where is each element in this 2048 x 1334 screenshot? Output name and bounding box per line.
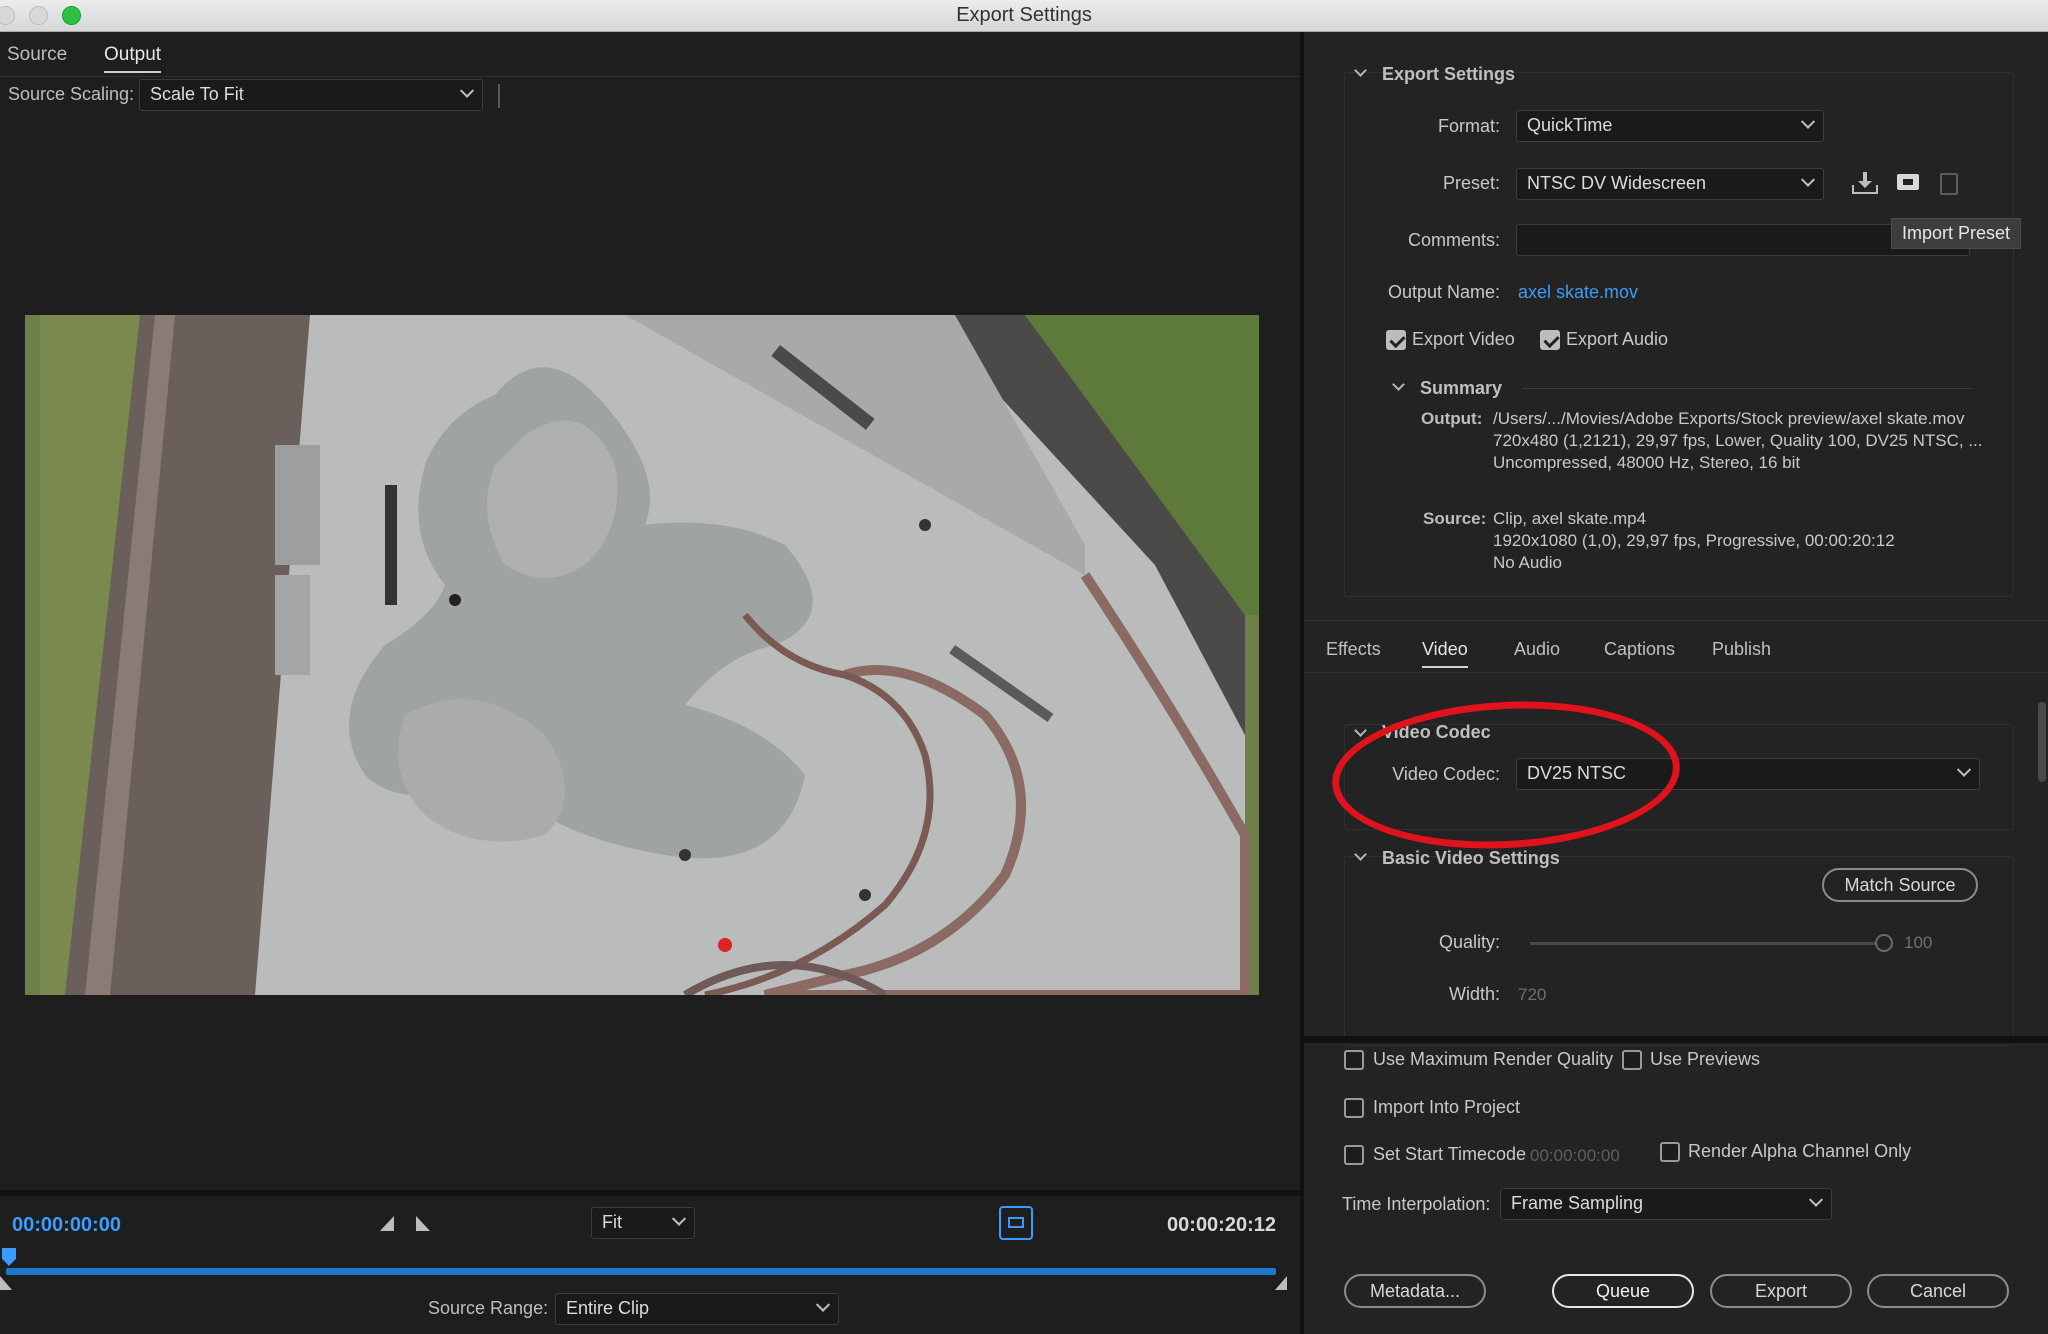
- tab-video[interactable]: Video: [1422, 639, 1468, 668]
- divider: [498, 84, 500, 108]
- width-value: 720: [1518, 985, 1547, 1004]
- tab-publish[interactable]: Publish: [1712, 639, 1771, 660]
- metadata-button[interactable]: Metadata...: [1344, 1274, 1486, 1308]
- source-summary-label: Source:: [1423, 509, 1487, 528]
- set-start-timecode-checkbox[interactable]: [1344, 1145, 1364, 1165]
- output-name-link[interactable]: axel skate.mov: [1518, 282, 1638, 303]
- set-out-point-icon[interactable]: [416, 1216, 430, 1231]
- skatepark-frame-image: [25, 315, 1259, 995]
- tab-output[interactable]: Output: [104, 44, 162, 73]
- source-range-dropdown[interactable]: Entire Clip: [555, 1293, 839, 1325]
- source-scaling-dropdown[interactable]: Scale To Fit: [139, 79, 483, 111]
- scrollbar[interactable]: [2038, 672, 2046, 1092]
- start-timecode-value[interactable]: 00:00:00:00: [1530, 1146, 1620, 1166]
- format-label: Format:: [1437, 116, 1500, 136]
- basic-video-settings-title: Basic Video Settings: [1382, 848, 1560, 868]
- chevron-down-icon: [1808, 1192, 1824, 1207]
- quality-slider-thumb[interactable]: [1875, 934, 1893, 952]
- chevron-down-icon: [1800, 172, 1816, 187]
- export-video-checkbox[interactable]: [1386, 330, 1406, 350]
- render-alpha-label: Render Alpha Channel Only: [1688, 1141, 1912, 1161]
- tab-audio[interactable]: Audio: [1514, 639, 1560, 660]
- summary-title: Summary: [1420, 378, 1503, 398]
- window-title: Export Settings: [956, 4, 1092, 26]
- quality-value: 100: [1904, 933, 1933, 952]
- zoom-dropdown[interactable]: Fit: [591, 1207, 695, 1239]
- zoom-value: Fit: [602, 1212, 622, 1232]
- chevron-down-icon: [815, 1297, 831, 1312]
- export-audio-checkbox[interactable]: [1540, 330, 1560, 350]
- aspect-ratio-correction-icon[interactable]: [999, 1206, 1033, 1240]
- chevron-down-icon: [1956, 762, 1972, 777]
- export-settings-title: Export Settings: [1382, 64, 1516, 84]
- out-point-handle[interactable]: [1275, 1276, 1287, 1290]
- export-video-label: Export Video: [1412, 329, 1515, 349]
- match-source-button[interactable]: Match Source: [1822, 868, 1978, 902]
- chevron-down-icon: [671, 1211, 687, 1226]
- max-render-quality-label: Use Maximum Render Quality: [1373, 1049, 1614, 1069]
- quality-label: Quality:: [1438, 932, 1500, 952]
- output-summary-line-1: /Users/.../Movies/Adobe Exports/Stock pr…: [1493, 409, 1965, 428]
- use-previews-label: Use Previews: [1650, 1049, 1761, 1069]
- use-previews-checkbox[interactable]: [1622, 1050, 1642, 1070]
- import-preset-icon[interactable]: [1895, 172, 1921, 194]
- output-summary-label: Output:: [1421, 409, 1483, 428]
- width-label: Width:: [1448, 984, 1500, 1004]
- time-interpolation-label: Time Interpolation:: [1342, 1194, 1491, 1214]
- playhead[interactable]: [2, 1248, 16, 1266]
- preset-value: NTSC DV Widescreen: [1527, 173, 1707, 193]
- source-scaling-value: Scale To Fit: [150, 84, 244, 104]
- divider: [0, 76, 1300, 77]
- title-bar: Export Settings: [0, 0, 2048, 32]
- import-into-project-checkbox[interactable]: [1344, 1098, 1364, 1118]
- output-summary-line-3: Uncompressed, 48000 Hz, Stereo, 16 bit: [1493, 453, 1801, 472]
- time-interpolation-value: Frame Sampling: [1511, 1193, 1644, 1213]
- divider: [1304, 620, 2048, 621]
- cancel-button[interactable]: Cancel: [1867, 1274, 2009, 1308]
- queue-button[interactable]: Queue: [1552, 1274, 1694, 1308]
- set-start-timecode-label: Set Start Timecode: [1373, 1144, 1527, 1164]
- preset-label: Preset:: [1442, 173, 1500, 193]
- divider: [0, 1190, 1300, 1196]
- source-summary-line-3: No Audio: [1493, 553, 1562, 572]
- tab-effects[interactable]: Effects: [1326, 639, 1381, 660]
- preset-dropdown[interactable]: NTSC DV Widescreen: [1516, 168, 1824, 200]
- output-name-label: Output Name:: [1387, 282, 1500, 302]
- duration-timecode: 00:00:20:12: [1167, 1214, 1276, 1236]
- source-scaling-label: Source Scaling:: [8, 84, 135, 104]
- format-value: QuickTime: [1527, 115, 1613, 135]
- current-timecode[interactable]: 00:00:00:00: [12, 1214, 121, 1237]
- format-dropdown[interactable]: QuickTime: [1516, 110, 1824, 142]
- comments-label: Comments:: [1407, 230, 1500, 250]
- video-preview: [25, 315, 1259, 995]
- max-render-quality-checkbox[interactable]: [1344, 1050, 1364, 1070]
- source-range-bar[interactable]: [6, 1268, 1276, 1275]
- render-alpha-checkbox[interactable]: [1660, 1142, 1680, 1162]
- tab-source[interactable]: Source: [7, 44, 67, 66]
- source-summary-line-2: 1920x1080 (1,0), 29,97 fps, Progressive,…: [1493, 531, 1895, 550]
- annotation-red-ellipse: [1328, 692, 1684, 858]
- import-into-project-label: Import Into Project: [1373, 1097, 1521, 1117]
- export-button[interactable]: Export: [1710, 1274, 1852, 1308]
- source-range-value: Entire Clip: [566, 1298, 650, 1318]
- set-in-point-icon[interactable]: [380, 1216, 394, 1231]
- chevron-down-icon: [1800, 114, 1816, 129]
- source-summary-line-1: Clip, axel skate.mp4: [1493, 509, 1647, 528]
- divider: [1522, 388, 1972, 389]
- source-range-label: Source Range:: [428, 1298, 549, 1318]
- tab-captions[interactable]: Captions: [1604, 639, 1675, 660]
- settings-pane: Export Settings Format: QuickTime Preset…: [1300, 32, 2048, 1334]
- delete-preset-icon[interactable]: [1940, 173, 1958, 195]
- preview-pane: Source Output Source Scaling: Scale To F…: [0, 32, 1300, 1334]
- output-summary-line-2: 720x480 (1,2121), 29,97 fps, Lower, Qual…: [1493, 431, 1983, 450]
- divider: [1304, 1036, 2048, 1043]
- quality-slider-track[interactable]: [1530, 942, 1878, 945]
- save-preset-icon[interactable]: [1852, 172, 1878, 194]
- chevron-down-icon: [459, 83, 475, 98]
- export-audio-label: Export Audio: [1566, 329, 1669, 349]
- time-interpolation-dropdown[interactable]: Frame Sampling: [1500, 1188, 1832, 1220]
- import-preset-tooltip: Import Preset: [1891, 218, 2022, 249]
- divider: [1304, 672, 2048, 673]
- in-point-handle[interactable]: [0, 1276, 12, 1290]
